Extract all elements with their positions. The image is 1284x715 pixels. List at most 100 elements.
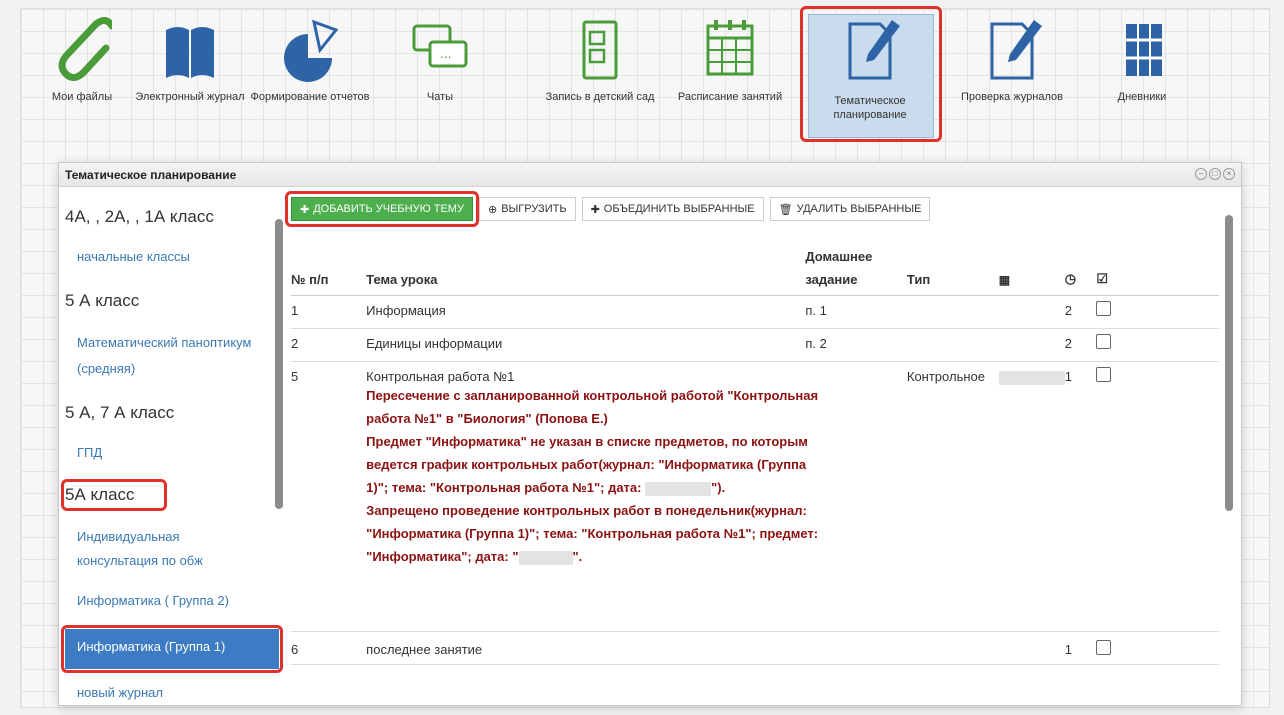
- row-date: [998, 295, 1065, 329]
- clock-icon: ◷: [1064, 271, 1077, 286]
- minimize-icon[interactable]: –: [1195, 168, 1207, 180]
- row-date: [998, 631, 1065, 665]
- warning-text: ".: [572, 549, 583, 564]
- warning-line: Запрещено проведение контрольных работ в…: [366, 503, 807, 518]
- tile-label: Чаты: [426, 91, 454, 103]
- group-heading: 5 А класс: [65, 291, 140, 310]
- topics-panel: ✚ ДОБАВИТЬ УЧЕБНУЮ ТЕМУ ⊕ ВЫГРУЗИТЬ ✚ ОБ…: [285, 187, 1235, 705]
- tile-label: Дневники: [1117, 91, 1167, 103]
- row-num: 5: [291, 361, 367, 632]
- highlight-frame: [285, 191, 479, 227]
- maximize-icon[interactable]: □: [1209, 168, 1221, 180]
- row-checkbox[interactable]: [1096, 334, 1112, 349]
- warning-line: 1)"; тема: "Контрольная работа №1"; дата…: [366, 476, 907, 499]
- tile-reports[interactable]: Формирование отчетов: [250, 10, 370, 145]
- group-heading: 4А, , 2А, , 1А класс: [65, 207, 214, 226]
- delete-label: УДАЛИТЬ ВЫБРАННЫЕ: [796, 203, 922, 215]
- row-type: [906, 295, 999, 329]
- sidebar-item-obzh[interactable]: Индивидуальная: [77, 527, 277, 547]
- sidebar-item-new-journal[interactable]: новый журнал: [77, 683, 277, 703]
- export-label: ВЫГРУЗИТЬ: [501, 203, 567, 215]
- tile-electronic-journal[interactable]: Электронный журнал: [130, 10, 250, 145]
- row-type: [906, 328, 999, 362]
- row-select: [1096, 631, 1219, 665]
- merge-label: ОБЪЕДИНИТЬ ВЫБРАННЫЕ: [603, 203, 755, 215]
- warning-line: Предмет "Информатика" не указан в списке…: [366, 434, 808, 449]
- tile-journal-check[interactable]: Проверка журналов: [952, 10, 1072, 145]
- sidebar-item-primary-classes[interactable]: начальные классы: [77, 247, 277, 267]
- row-checkbox[interactable]: [1096, 640, 1112, 655]
- col-header-homework-line2: задание: [805, 272, 858, 287]
- row-topic[interactable]: Контрольная работа №1: [366, 369, 907, 384]
- table-row[interactable]: 6 последнее занятие 1: [291, 631, 1219, 665]
- table-header-row: № п/п Тема урока Домашнее задание Тип ▦ …: [291, 249, 1219, 296]
- row-topic[interactable]: Единицы информации: [366, 328, 806, 362]
- sidebar-item-math[interactable]: Математический паноптикум: [77, 333, 277, 353]
- col-header-date: ▦: [998, 249, 1065, 296]
- sidebar-item-obzh-2[interactable]: консультация по обж: [77, 551, 277, 571]
- warning-text: ").: [711, 480, 726, 495]
- app-launcher: Мои файлы Электронный журнал Формировани…: [22, 6, 1252, 150]
- tile-my-files[interactable]: Мои файлы: [22, 10, 142, 145]
- close-icon[interactable]: ×: [1223, 168, 1235, 180]
- warning-line: работа №1" в "Биология" (Попова Е.): [366, 411, 608, 426]
- sidebar-item-gpd[interactable]: ГПД: [77, 443, 277, 463]
- export-button[interactable]: ⊕ ВЫГРУЗИТЬ: [478, 197, 576, 221]
- tile-schedule[interactable]: Расписание занятий: [670, 10, 790, 145]
- pencil-document-icon: [848, 20, 900, 80]
- checkbox-icon: ☑: [1096, 271, 1109, 286]
- tile-label: Запись в детский сад: [545, 91, 655, 103]
- window-controls: – □ ×: [1195, 168, 1235, 180]
- tile-kindergarten[interactable]: Запись в детский сад: [540, 10, 660, 145]
- row-hours: 2: [1064, 328, 1097, 362]
- row-topic-cell: Контрольная работа №1 Пересечение с запл…: [366, 361, 907, 632]
- content-scrollbar[interactable]: [1225, 203, 1233, 689]
- table-row[interactable]: 5 Контрольная работа №1 Пересечение с за…: [291, 361, 1219, 632]
- sidebar-scrollbar[interactable]: [275, 199, 283, 689]
- thematic-planning-dialog: Тематическое планирование – □ × 4А, , 2А…: [58, 162, 1242, 706]
- row-topic[interactable]: последнее занятие: [366, 631, 806, 665]
- warning-text: 1)"; тема: "Контрольная работа №1"; дата…: [366, 480, 642, 495]
- export-icon: ⊕: [487, 203, 498, 216]
- row-num: 6: [291, 631, 367, 665]
- merge-selected-button[interactable]: ✚ ОБЪЕДИНИТЬ ВЫБРАННЫЕ: [581, 197, 764, 221]
- sidebar-item-math-2[interactable]: (средняя): [77, 359, 277, 379]
- calendar-icon: [706, 20, 754, 76]
- row-homework: п. 2: [805, 328, 907, 362]
- tile-label: Тематическое планирование: [833, 95, 907, 121]
- row-num: 2: [291, 328, 367, 362]
- calendar-icon: ▦: [998, 273, 1011, 287]
- row-hours: 2: [1064, 295, 1097, 329]
- svg-text:...: ...: [440, 47, 451, 61]
- warning-line: ведется график контрольных работ(журнал:…: [366, 457, 807, 472]
- redacted-date: [518, 550, 573, 565]
- tile-diaries[interactable]: Дневники: [1082, 10, 1202, 145]
- row-checkbox[interactable]: [1096, 301, 1112, 316]
- books-icon: [1126, 24, 1162, 76]
- row-type: [906, 631, 999, 665]
- row-checkbox[interactable]: [1096, 367, 1112, 382]
- tile-thematic-planning[interactable]: Тематическое планирование: [800, 6, 942, 145]
- row-hours: 1: [1064, 631, 1097, 665]
- sidebar-item-informatics-group-2[interactable]: Информатика ( Группа 2): [77, 591, 277, 611]
- row-date: [998, 328, 1065, 362]
- row-select: [1096, 295, 1219, 329]
- chat-icon: ...: [412, 24, 468, 68]
- row-homework: [805, 631, 907, 665]
- highlight-frame: [61, 479, 167, 511]
- dialog-titlebar[interactable]: Тематическое планирование – □ ×: [59, 163, 1241, 187]
- scrollbar-thumb[interactable]: [1225, 215, 1233, 511]
- table-row[interactable]: 1 Информация п. 1 2: [291, 295, 1219, 329]
- col-header-num: № п/п: [291, 249, 367, 296]
- scrollbar-thumb[interactable]: [275, 219, 283, 509]
- trash-icon: 🗑: [778, 203, 793, 216]
- col-header-hours: ◷: [1064, 249, 1097, 296]
- row-topic[interactable]: Информация: [366, 295, 806, 329]
- col-header-type: Тип: [906, 249, 999, 296]
- table-row[interactable]: 2 Единицы информации п. 2 2: [291, 328, 1219, 362]
- tile-chats[interactable]: ... Чаты: [380, 10, 500, 145]
- tile-label: Проверка журналов: [961, 91, 1063, 103]
- delete-selected-button[interactable]: 🗑 УДАЛИТЬ ВЫБРАННЫЕ: [769, 197, 931, 221]
- pie-chart-icon: [284, 19, 339, 82]
- row-type: Контрольное: [906, 361, 999, 632]
